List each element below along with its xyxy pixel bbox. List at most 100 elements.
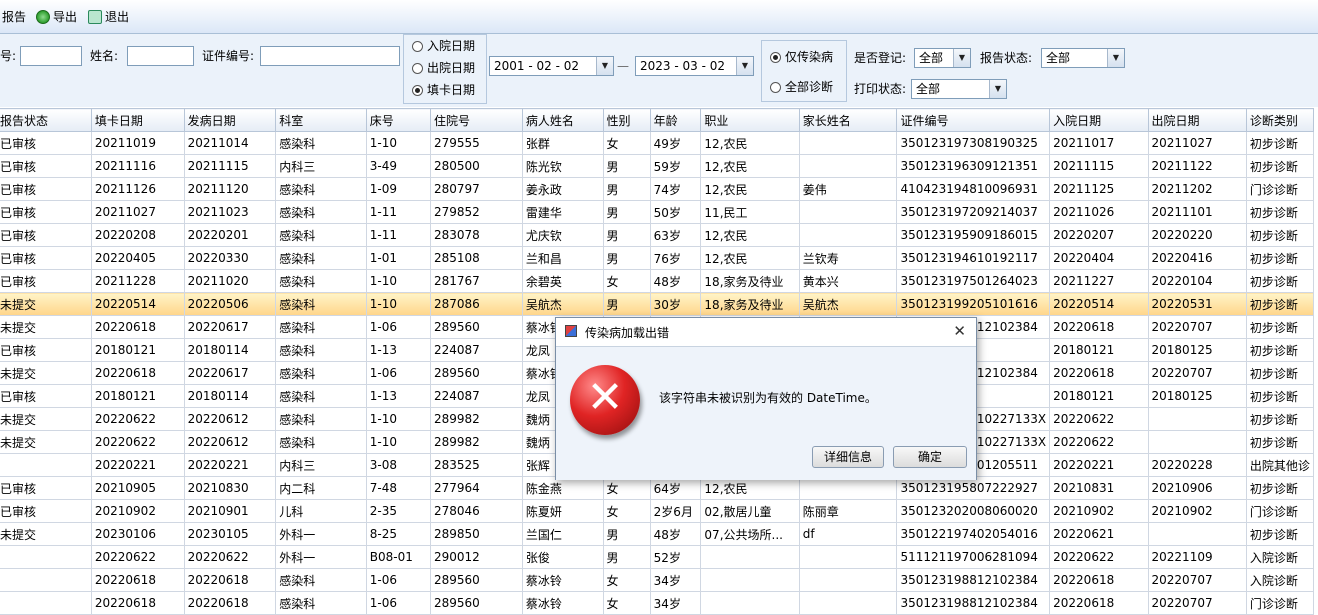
table-cell: 18,家务及待业 xyxy=(700,269,800,293)
ok-button[interactable]: 确定 xyxy=(893,446,967,468)
chevron-down-icon[interactable]: ▼ xyxy=(953,49,970,67)
table-cell: 20220228 xyxy=(1147,453,1247,477)
table-cell: 已审核 xyxy=(0,200,92,224)
date-from-picker[interactable]: 2001 - 02 - 02 ▼ xyxy=(489,56,614,76)
print-status-label: 打印状态: xyxy=(854,82,907,96)
table-cell: 出院其他诊 xyxy=(1245,453,1315,477)
table-row[interactable]: 已审核 20211126 20211120 感染科 1-09 280797 姜永政男 74岁 1… xyxy=(0,177,1315,201)
table-row[interactable]: 20220622 20220622 外科一 B08-01 290012 张俊男 52岁 511… xyxy=(0,545,1315,569)
table-cell: 男 xyxy=(602,522,651,546)
table-cell: 1-10 xyxy=(365,407,432,431)
table-row[interactable]: 已审核 20211019 20211014 感染科 1-10 279555 张群女 49岁 12… xyxy=(0,131,1315,155)
table-cell: 283078 xyxy=(430,223,523,247)
table-cell: 02,散居儿童 xyxy=(700,499,800,523)
table-row[interactable]: 20220618 20220618 感染科 1-06 289560 蔡冰铃女 34岁 3501… xyxy=(0,591,1315,615)
export-button[interactable]: 导出 xyxy=(36,8,77,26)
name-input[interactable] xyxy=(127,46,194,66)
table-cell: 20220405 xyxy=(90,246,185,270)
table-cell: 已审核 xyxy=(0,131,92,155)
table-row[interactable]: 未提交 20220514 20220506 感染科 1-10 287086 吴航杰男 30岁 1… xyxy=(0,292,1315,316)
table-cell: 8-25 xyxy=(365,522,432,546)
table-cell: 初步诊断 xyxy=(1245,292,1315,316)
table-cell: 已审核 xyxy=(0,269,92,293)
radio-admission-date[interactable]: 入院日期 xyxy=(412,38,475,54)
chevron-down-icon[interactable]: ▼ xyxy=(736,57,753,75)
table-cell: 20220618 xyxy=(90,315,185,339)
column-header[interactable]: 出院日期 xyxy=(1147,108,1247,132)
column-header[interactable]: 职业 xyxy=(700,108,800,132)
column-header[interactable]: 住院号 xyxy=(430,108,523,132)
radio-infectious-only[interactable]: 仅传染病 xyxy=(770,49,833,65)
column-header[interactable]: 诊断类别 xyxy=(1245,108,1315,132)
table-cell: 女 xyxy=(602,499,651,523)
id-no-input[interactable] xyxy=(260,46,400,66)
table-cell xyxy=(798,591,898,615)
dialog-titlebar[interactable]: 传染病加载出错 ✕ xyxy=(556,318,976,346)
table-cell: 20180125 xyxy=(1147,338,1247,362)
table-cell: 男 xyxy=(602,177,651,201)
date-to-picker[interactable]: 2023 - 03 - 02 ▼ xyxy=(635,56,754,76)
details-button[interactable]: 详细信息 xyxy=(812,446,884,468)
card-no-input[interactable] xyxy=(20,46,82,66)
table-cell xyxy=(0,453,92,477)
table-row[interactable]: 20220618 20220618 感染科 1-06 289560 蔡冰铃女 34岁 3501… xyxy=(0,568,1315,592)
table-cell xyxy=(798,223,898,247)
column-header[interactable]: 入院日期 xyxy=(1049,108,1149,132)
column-header[interactable]: 病人姓名 xyxy=(521,108,604,132)
table-cell: 张群 xyxy=(521,131,604,155)
table-cell: 224087 xyxy=(430,384,523,408)
table-row[interactable]: 已审核 20211116 20211115 内科三 3-49 280500 陈光钦男 59岁 1… xyxy=(0,154,1315,178)
table-cell: 12,农民 xyxy=(700,246,800,270)
table-cell: 224087 xyxy=(430,338,523,362)
table-cell: 感染科 xyxy=(275,568,367,592)
registered-select[interactable]: 全部 ▼ xyxy=(914,48,971,68)
table-cell: 18,家务及待业 xyxy=(700,292,800,316)
table-cell: 20220514 xyxy=(1049,292,1149,316)
column-header[interactable]: 家长姓名 xyxy=(798,108,898,132)
table-row[interactable]: 已审核 20211027 20211023 感染科 1-11 279852 雷建华男 50岁 1… xyxy=(0,200,1315,224)
report-button[interactable]: 报告 xyxy=(2,8,26,26)
table-cell: 1-10 xyxy=(365,269,432,293)
table-cell: 内科三 xyxy=(275,154,367,178)
radio-discharge-date[interactable]: 出院日期 xyxy=(412,60,475,76)
table-row[interactable]: 已审核 20220405 20220330 感染科 1-01 285108 兰和昌男 76岁 1… xyxy=(0,246,1315,270)
chevron-down-icon[interactable]: ▼ xyxy=(1107,49,1124,67)
print-status-select[interactable]: 全部 ▼ xyxy=(911,79,1007,99)
column-header[interactable]: 性别 xyxy=(602,108,651,132)
chevron-down-icon[interactable]: ▼ xyxy=(596,57,613,75)
column-header[interactable]: 证件编号 xyxy=(896,108,1051,132)
table-row[interactable]: 已审核 20211228 20211020 感染科 1-10 281767 余碧英女 48岁 1… xyxy=(0,269,1315,293)
table-cell xyxy=(0,545,92,569)
column-header[interactable]: 床号 xyxy=(365,108,432,132)
table-cell: 1-09 xyxy=(365,177,432,201)
report-status-select[interactable]: 全部 ▼ xyxy=(1041,48,1125,68)
column-header[interactable]: 科室 xyxy=(275,108,367,132)
table-cell: 20211115 xyxy=(1049,154,1149,178)
table-row[interactable]: 已审核 20220208 20220201 感染科 1-11 283078 尤庆钦男 63岁 1… xyxy=(0,223,1315,247)
table-cell xyxy=(1147,430,1247,454)
column-header[interactable]: 发病日期 xyxy=(183,108,277,132)
close-icon[interactable]: ✕ xyxy=(953,322,966,340)
column-header[interactable]: 报告状态 xyxy=(0,108,92,132)
error-x-glyph: ✕ xyxy=(586,372,624,423)
table-cell: 已审核 xyxy=(0,177,92,201)
exit-button[interactable]: 退出 xyxy=(88,8,129,26)
date-separator: — xyxy=(617,59,629,73)
report-status-label: 报告状态: xyxy=(980,51,1033,65)
chevron-down-icon[interactable]: ▼ xyxy=(989,80,1006,98)
table-cell: 20180121 xyxy=(90,384,185,408)
table-cell: 278046 xyxy=(430,499,523,523)
table-cell: 1-06 xyxy=(365,315,432,339)
column-header[interactable]: 填卡日期 xyxy=(90,108,185,132)
table-cell xyxy=(700,545,800,569)
radio-all-diagnoses[interactable]: 全部诊断 xyxy=(770,79,833,95)
disease-scope-group: 仅传染病 全部诊断 xyxy=(761,40,847,102)
column-header[interactable]: 年龄 xyxy=(649,108,702,132)
table-row[interactable]: 已审核 20210902 20210901 儿科 2-35 278046 陈夏妍女 2岁6月 0… xyxy=(0,499,1315,523)
table-cell: 感染科 xyxy=(275,200,367,224)
radio-fill-date[interactable]: 填卡日期 xyxy=(412,82,475,98)
table-row[interactable]: 未提交 20230106 20230105 外科一 8-25 289850 兰国仁男 48岁 0… xyxy=(0,522,1315,546)
table-cell: 20220618 xyxy=(1049,591,1149,615)
date-type-group: 入院日期 出院日期 填卡日期 xyxy=(403,34,487,104)
table-cell: 初步诊断 xyxy=(1245,338,1315,362)
